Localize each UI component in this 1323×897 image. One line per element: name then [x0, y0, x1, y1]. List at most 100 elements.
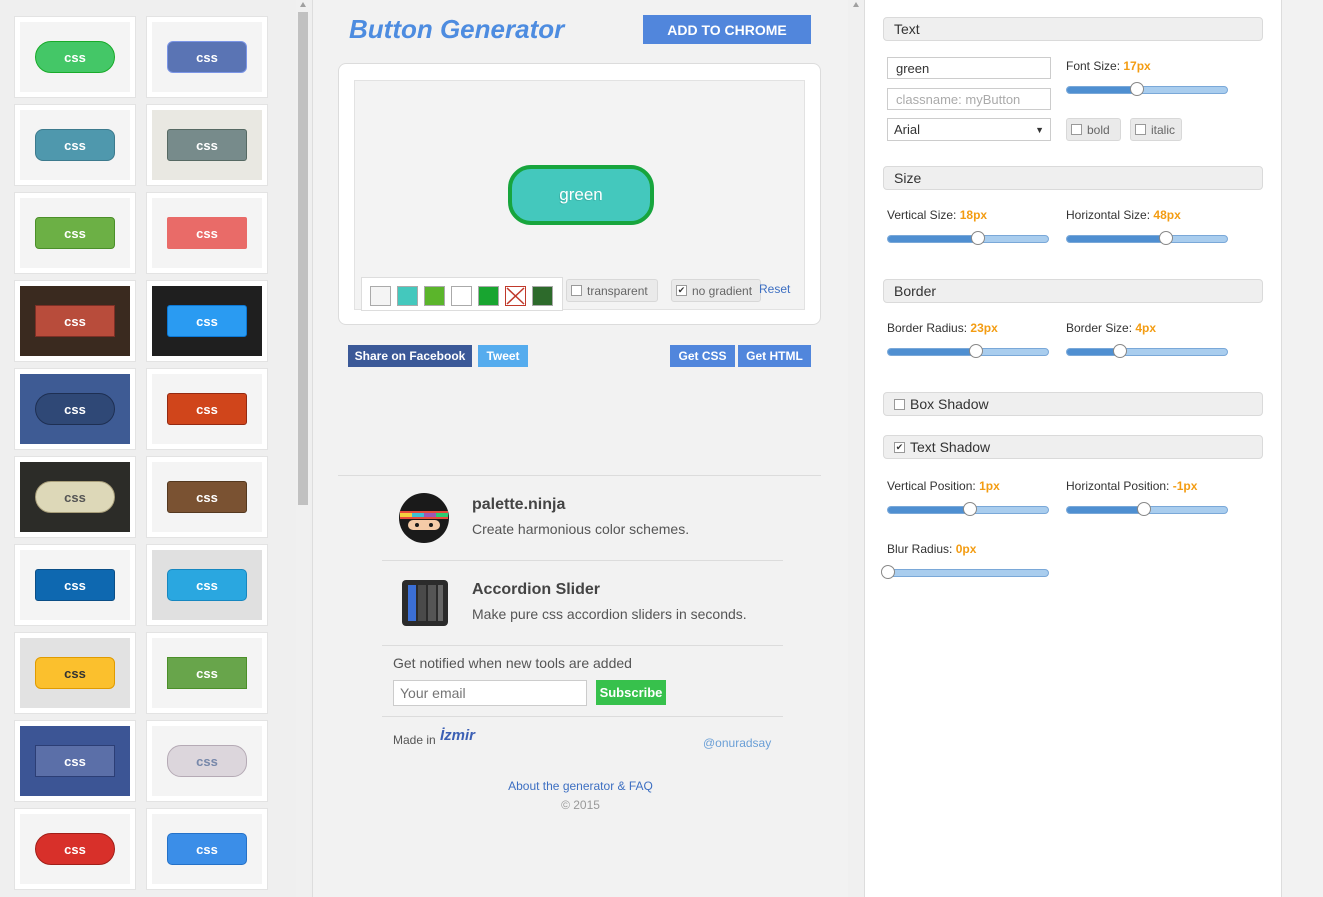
vertical-size-slider[interactable]	[887, 231, 1049, 245]
preset-tile[interactable]: css	[14, 456, 136, 538]
section-text-shadow-header[interactable]: ✔ Text Shadow	[883, 435, 1263, 459]
transparent-checkbox[interactable]	[571, 285, 582, 296]
slider-knob[interactable]	[1130, 82, 1144, 96]
preset-button[interactable]: css	[35, 217, 115, 249]
preset-button[interactable]: css	[167, 41, 247, 73]
slider-knob[interactable]	[963, 502, 977, 516]
color-swatch[interactable]	[451, 286, 472, 306]
vertical-position-slider[interactable]	[887, 502, 1049, 516]
blur-radius-slider[interactable]	[881, 565, 1049, 579]
preset-button[interactable]: css	[35, 657, 115, 689]
preset-button[interactable]: css	[167, 745, 247, 777]
color-swatch[interactable]	[532, 286, 553, 306]
gallery-scrollbar[interactable]	[296, 0, 310, 897]
no-color-swatch[interactable]	[505, 286, 526, 306]
preset-tile[interactable]: css	[146, 720, 268, 802]
preset-button[interactable]: css	[35, 305, 115, 337]
section-size-header[interactable]: Size	[883, 166, 1263, 190]
preset-button[interactable]: css	[167, 657, 247, 689]
color-swatch[interactable]	[478, 286, 499, 306]
preset-tile[interactable]: css	[14, 720, 136, 802]
email-input[interactable]	[393, 680, 587, 706]
preset-button[interactable]: css	[35, 393, 115, 425]
preset-button[interactable]: css	[167, 129, 247, 161]
promo-accordion-slider[interactable]: Accordion Slider Make pure css accordion…	[382, 561, 783, 646]
preset-tile[interactable]: css	[14, 16, 136, 98]
border-radius-slider[interactable]	[887, 344, 1049, 358]
preset-tile[interactable]: css	[146, 544, 268, 626]
preset-button[interactable]: css	[35, 129, 115, 161]
italic-toggle[interactable]: italic	[1130, 118, 1182, 141]
preset-button[interactable]: css	[35, 745, 115, 777]
slider-knob[interactable]	[971, 231, 985, 245]
bold-checkbox[interactable]	[1071, 124, 1082, 135]
preset-tile[interactable]: css	[14, 632, 136, 714]
preset-tile[interactable]: css	[146, 632, 268, 714]
slider-knob[interactable]	[1159, 231, 1173, 245]
preset-button[interactable]: css	[35, 833, 115, 865]
slider-knob[interactable]	[969, 344, 983, 358]
preset-tile[interactable]: css	[14, 104, 136, 186]
bold-toggle[interactable]: bold	[1066, 118, 1121, 141]
no-gradient-checkbox[interactable]: ✔	[676, 285, 687, 296]
preset-tile[interactable]: css	[14, 544, 136, 626]
preset-tile[interactable]: css	[14, 280, 136, 362]
preset-tile[interactable]: css	[14, 368, 136, 450]
center-scrollbar[interactable]	[848, 0, 864, 897]
preset-tile[interactable]: css	[146, 104, 268, 186]
preset-button[interactable]: css	[35, 481, 115, 513]
reset-link[interactable]: Reset	[759, 282, 790, 296]
button-text-input[interactable]: green	[887, 57, 1051, 79]
font-size-slider[interactable]	[1066, 82, 1228, 96]
preset-button[interactable]: css	[167, 569, 247, 601]
subscribe-button[interactable]: Subscribe	[596, 680, 666, 705]
text-shadow-checkbox[interactable]: ✔	[894, 441, 905, 453]
preset-button[interactable]: css	[167, 393, 247, 425]
box-shadow-checkbox[interactable]	[894, 398, 905, 410]
preset-tile[interactable]: css	[146, 808, 268, 890]
slider-knob[interactable]	[881, 565, 895, 579]
section-box-shadow-header[interactable]: Box Shadow	[883, 392, 1263, 416]
color-swatch[interactable]	[424, 286, 445, 306]
horizontal-position-slider[interactable]	[1066, 502, 1228, 516]
preset-tile[interactable]: css	[146, 16, 268, 98]
preset-button[interactable]: css	[35, 41, 115, 73]
faq-link[interactable]: About the generator & FAQ	[313, 779, 848, 793]
color-swatch[interactable]	[370, 286, 391, 306]
preset-tile[interactable]: css	[14, 808, 136, 890]
share-facebook-button[interactable]: Share on Facebook	[348, 345, 472, 367]
slider-knob[interactable]	[1113, 344, 1127, 358]
section-border-header[interactable]: Border	[883, 279, 1263, 303]
get-css-button[interactable]: Get CSS	[670, 345, 735, 367]
scroll-up-arrow-icon[interactable]	[853, 2, 859, 7]
preset-tile[interactable]: css	[146, 456, 268, 538]
made-in-label: Made in	[393, 733, 436, 747]
section-text-header[interactable]: Text	[883, 17, 1263, 41]
preset-button[interactable]: css	[35, 569, 115, 601]
preview-button[interactable]: green	[508, 165, 654, 225]
font-family-select[interactable]: Arial ▼	[887, 118, 1051, 141]
promo-palette-ninja[interactable]: palette.ninja Create harmonious color sc…	[382, 480, 783, 561]
horizontal-size-slider[interactable]	[1066, 231, 1228, 245]
twitter-handle-link[interactable]: @onuradsay	[703, 736, 771, 750]
preset-button[interactable]: css	[167, 833, 247, 865]
preset-button[interactable]: css	[167, 305, 247, 337]
slider-knob[interactable]	[1137, 502, 1151, 516]
gallery-scrollbar-thumb[interactable]	[298, 12, 308, 505]
preset-button[interactable]: css	[167, 481, 247, 513]
preset-tile[interactable]: css	[146, 368, 268, 450]
add-to-chrome-button[interactable]: ADD TO CHROME	[643, 15, 811, 44]
get-html-button[interactable]: Get HTML	[738, 345, 811, 367]
italic-checkbox[interactable]	[1135, 124, 1146, 135]
scroll-up-arrow-icon[interactable]	[300, 2, 306, 7]
preset-button[interactable]: css	[167, 217, 247, 249]
preset-tile[interactable]: css	[146, 280, 268, 362]
color-swatch[interactable]	[397, 286, 418, 306]
border-size-slider[interactable]	[1066, 344, 1228, 358]
preset-tile[interactable]: css	[14, 192, 136, 274]
tweet-button[interactable]: Tweet	[478, 345, 528, 367]
classname-input[interactable]: classname: myButton	[887, 88, 1051, 110]
preset-tile[interactable]: css	[146, 192, 268, 274]
transparent-toggle[interactable]: transparent	[566, 279, 658, 302]
no-gradient-toggle[interactable]: ✔ no gradient	[671, 279, 761, 302]
